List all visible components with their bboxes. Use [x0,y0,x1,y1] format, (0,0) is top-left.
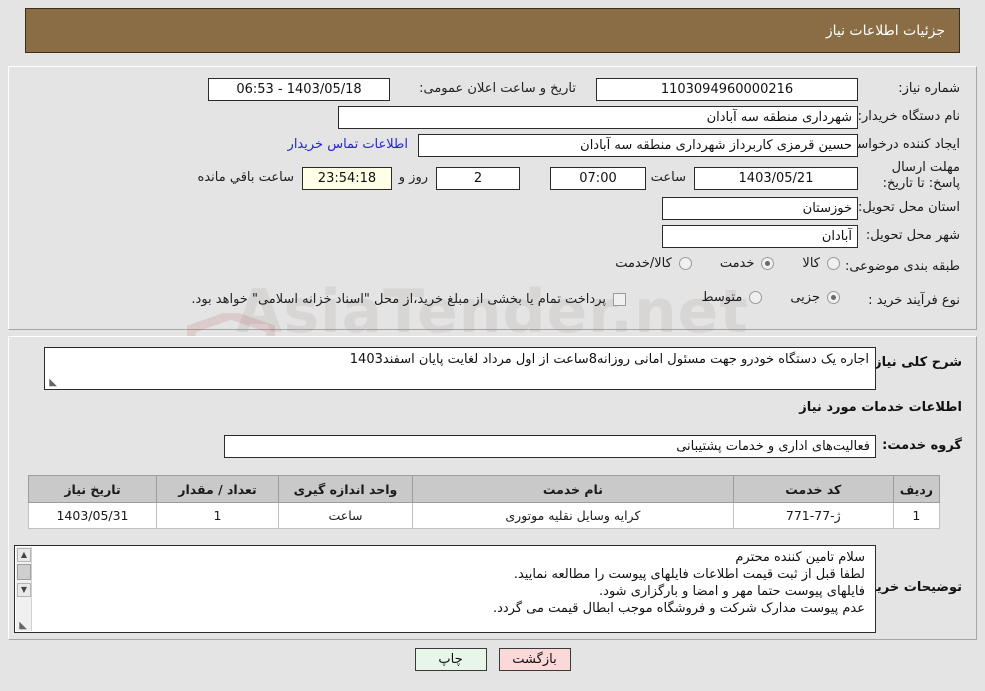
treasury-checkbox[interactable] [613,293,626,306]
countdown-label: ساعت باقي مانده [197,170,294,185]
category-option-kala-khedmat[interactable]: کالا/خدمت [615,256,696,271]
remaining-days-value: 2 [436,167,520,190]
cell-service-name: کرایه وسایل نقلیه موتوری [412,502,734,529]
page-header: جزئیات اطلاعات نیاز [25,8,960,53]
countdown-timer-value: 23:54:18 [302,167,392,190]
radio-icon[interactable] [749,291,763,304]
process-label: نوع فرآیند خرید : [868,293,960,308]
services-heading: اطلاعات خدمات مورد نیاز [799,400,962,415]
cell-unit: ساعت [278,502,413,529]
buyer-notes-scrollbar[interactable]: ▲ ▼ [16,547,32,631]
scroll-down-arrow-icon[interactable]: ▼ [17,583,31,597]
province-label: استان محل تحویل: [858,200,960,215]
category-option-kala-khedmat-label: کالا/خدمت [615,256,672,271]
hour-label: ساعت [650,170,686,185]
deadline-label: مهلت ارسال پاسخ: تا تاریخ: [882,160,960,191]
service-group-label: گروه خدمت: [882,438,962,453]
province-value: خوزستان [662,197,858,220]
cell-quantity: 1 [156,502,279,529]
buyer-notes-line-2: لطفا قبل از ثبت قیمت اطلاعات فایلهای پیو… [513,567,865,582]
scrollbar-thumb[interactable] [17,564,31,580]
th-quantity: تعداد / مقدار [156,475,279,503]
table-row: 1 ژ-77-771 کرایه وسایل نقلیه موتوری ساعت… [28,502,941,529]
remaining-days-label: روز و [398,170,428,185]
resize-grip-icon[interactable]: ◣ [47,378,57,388]
buyer-contact-link[interactable]: اطلاعات تماس خریدار [288,137,408,152]
radio-icon[interactable] [761,257,775,270]
th-need-date: تاریخ نیاز [28,475,157,503]
page-title: جزئیات اطلاعات نیاز [825,22,945,39]
buyer-notes-line-4: عدم پیوست مدارک شرکت و فروشگاه موجب ابطا… [492,601,865,616]
table-header-row: ردیف کد خدمت نام خدمت واحد اندازه گیری ت… [28,475,941,503]
category-radio-group: کالا خدمت کالا/خدمت [615,256,866,271]
category-option-kala[interactable]: کالا [802,256,844,271]
process-option-jozi[interactable]: جزیی [790,290,844,305]
buyer-notes-textarea[interactable]: ▲ ▼ سلام تامین کننده محترم لطفا قبل از ث… [14,545,876,633]
announce-datetime-value: 1403/05/18 - 06:53 [208,78,390,101]
th-service-name: نام خدمت [412,475,734,503]
summary-label: شرح کلی نیاز: [868,355,962,370]
cell-service-code: ژ-77-771 [732,502,894,529]
scroll-up-arrow-icon[interactable]: ▲ [17,548,31,562]
deadline-date-value: 1403/05/21 [694,167,858,190]
process-option-jozi-label: جزیی [790,290,820,305]
creator-value: حسین قرمزی کاربرداز شهرداری منطقه سه آبا… [418,134,858,157]
need-info-panel: AsiaTender.net شماره نیاز: 1103094960000… [8,66,977,463]
back-button[interactable]: بازگشت [498,648,571,671]
buyer-org-label: نام دستگاه خریدار: [857,109,960,124]
city-value: آبادان [662,225,858,248]
buyer-notes-line-1: سلام تامین کننده محترم [735,550,865,565]
th-row-no: ردیف [892,475,941,503]
treasury-checkbox-label: پرداخت تمام یا بخشی از مبلغ خرید،از محل … [191,292,606,307]
cell-row-no: 1 [892,502,941,529]
process-option-motavaset-label: متوسط [701,290,743,305]
summary-value: اجاره یک دستگاه خودرو جهت مسئول امانی رو… [349,352,869,367]
radio-icon[interactable] [827,291,840,304]
services-table: ردیف کد خدمت نام خدمت واحد اندازه گیری ت… [28,475,941,529]
city-label: شهر محل تحویل: [865,228,960,243]
deadline-time-value: 07:00 [550,167,646,190]
th-unit: واحد اندازه گیری [278,475,413,503]
category-option-khedmat-label: خدمت [719,256,755,271]
buyer-notes-line-3: فایلهای پیوست حتما مهر و امضا و بارگزاری… [599,584,865,599]
creator-label: ایجاد کننده درخواست: [840,137,960,152]
process-option-motavaset[interactable]: متوسط [701,290,766,305]
category-option-khedmat[interactable]: خدمت [720,256,779,271]
th-service-code: کد خدمت [732,475,894,503]
action-button-bar: بازگشت چاپ [0,648,985,671]
cell-need-date: 1403/05/31 [28,502,157,529]
need-number-value: 1103094960000216 [596,78,858,101]
radio-icon[interactable] [827,257,840,270]
service-group-value: فعالیت‌های اداری و خدمات پشتیبانی [224,435,876,458]
category-option-kala-label: کالا [802,256,820,271]
need-number-label: شماره نیاز: [898,81,960,96]
print-button[interactable]: چاپ [414,648,487,671]
radio-icon[interactable] [678,257,692,270]
need-detail-panel: شرح کلی نیاز: اجاره یک دستگاه خودرو جهت … [8,336,977,640]
announce-datetime-label: تاریخ و ساعت اعلان عمومی: [419,81,576,96]
buyer-org-value: شهرداری منطقه سه آبادان [338,106,858,129]
process-radio-group: جزیی متوسط [701,290,866,305]
page-root: جزئیات اطلاعات نیاز AsiaTender.net شماره… [0,0,985,691]
resize-grip-icon[interactable]: ◣ [17,621,27,631]
summary-textarea[interactable]: اجاره یک دستگاه خودرو جهت مسئول امانی رو… [44,347,876,390]
